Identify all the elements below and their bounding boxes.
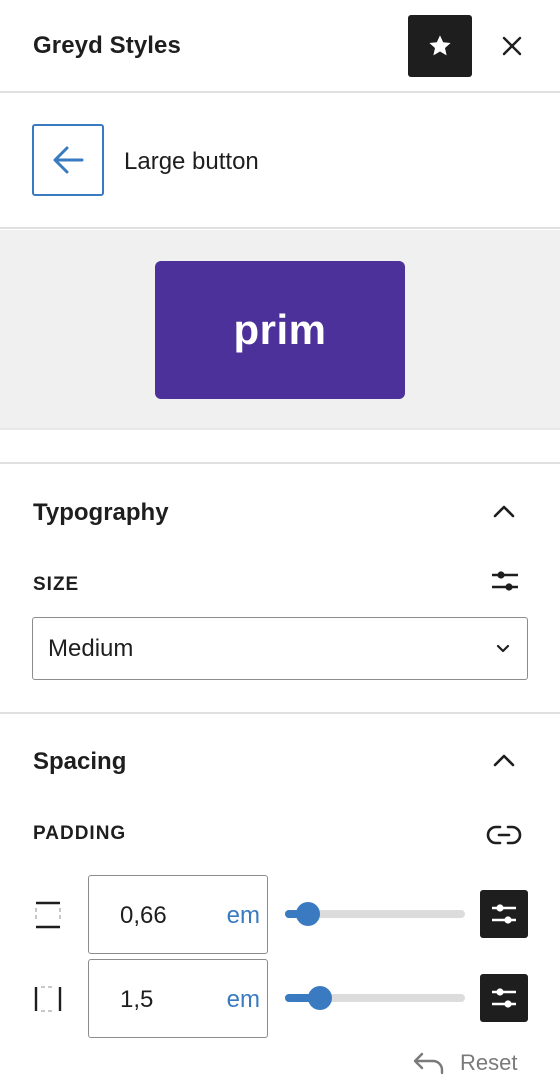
padding-link-toggle[interactable] bbox=[485, 818, 523, 852]
favorite-button[interactable] bbox=[408, 15, 472, 77]
padding-vertical-input[interactable]: 0,66 em bbox=[88, 875, 268, 954]
padding-vertical-unit[interactable]: em bbox=[227, 902, 260, 930]
padding-horizontal-value: 1,5 bbox=[120, 986, 154, 1013]
link-icon bbox=[486, 825, 522, 845]
back-button[interactable] bbox=[32, 124, 104, 196]
close-icon bbox=[502, 36, 522, 56]
divider bbox=[0, 712, 560, 714]
size-select-value: Medium bbox=[48, 634, 134, 662]
star-icon bbox=[429, 35, 451, 56]
padding-vertical-icon bbox=[32, 899, 64, 931]
style-navigation: Large button bbox=[0, 93, 560, 229]
chevron-down-icon bbox=[496, 644, 510, 653]
padding-horizontal-custom-toggle[interactable] bbox=[480, 974, 528, 1022]
padding-horizontal-unit[interactable]: em bbox=[227, 986, 260, 1014]
padding-vertical-custom-toggle[interactable] bbox=[480, 890, 528, 938]
size-custom-toggle[interactable] bbox=[488, 564, 522, 598]
slider-thumb[interactable] bbox=[308, 986, 333, 1010]
typography-toggle[interactable] bbox=[486, 493, 522, 529]
undo-icon bbox=[413, 1052, 444, 1075]
chevron-up-icon bbox=[493, 505, 515, 518]
padding-horizontal-slider[interactable] bbox=[285, 983, 465, 1013]
sliders-icon bbox=[492, 571, 518, 591]
chevron-up-icon bbox=[493, 754, 515, 767]
close-button[interactable] bbox=[492, 26, 532, 66]
style-name: Large button bbox=[124, 148, 259, 175]
padding-horizontal-input[interactable]: 1,5 em bbox=[88, 959, 268, 1038]
spacing-toggle[interactable] bbox=[486, 742, 522, 778]
padding-vertical-slider[interactable] bbox=[285, 899, 465, 929]
size-label: SIZE bbox=[33, 574, 80, 595]
arrow-left-icon bbox=[53, 146, 84, 174]
padding-label: PADDING bbox=[33, 823, 127, 844]
size-select[interactable]: Medium bbox=[32, 617, 528, 680]
panel-title: Greyd Styles bbox=[33, 32, 181, 59]
reset-button[interactable]: Reset bbox=[412, 1046, 517, 1080]
sliders-icon bbox=[492, 904, 516, 924]
panel-header: Greyd Styles bbox=[0, 0, 560, 93]
slider-thumb[interactable] bbox=[295, 902, 320, 926]
padding-vertical-value: 0,66 bbox=[120, 902, 167, 929]
reset-label: Reset bbox=[460, 1050, 518, 1075]
spacing-title: Spacing bbox=[33, 748, 127, 775]
preview-button[interactable]: prim bbox=[155, 261, 405, 399]
divider bbox=[0, 462, 560, 464]
typography-title: Typography bbox=[33, 499, 169, 526]
style-preview: prim bbox=[0, 230, 560, 430]
sliders-icon bbox=[492, 988, 516, 1008]
padding-horizontal-icon bbox=[32, 983, 64, 1015]
